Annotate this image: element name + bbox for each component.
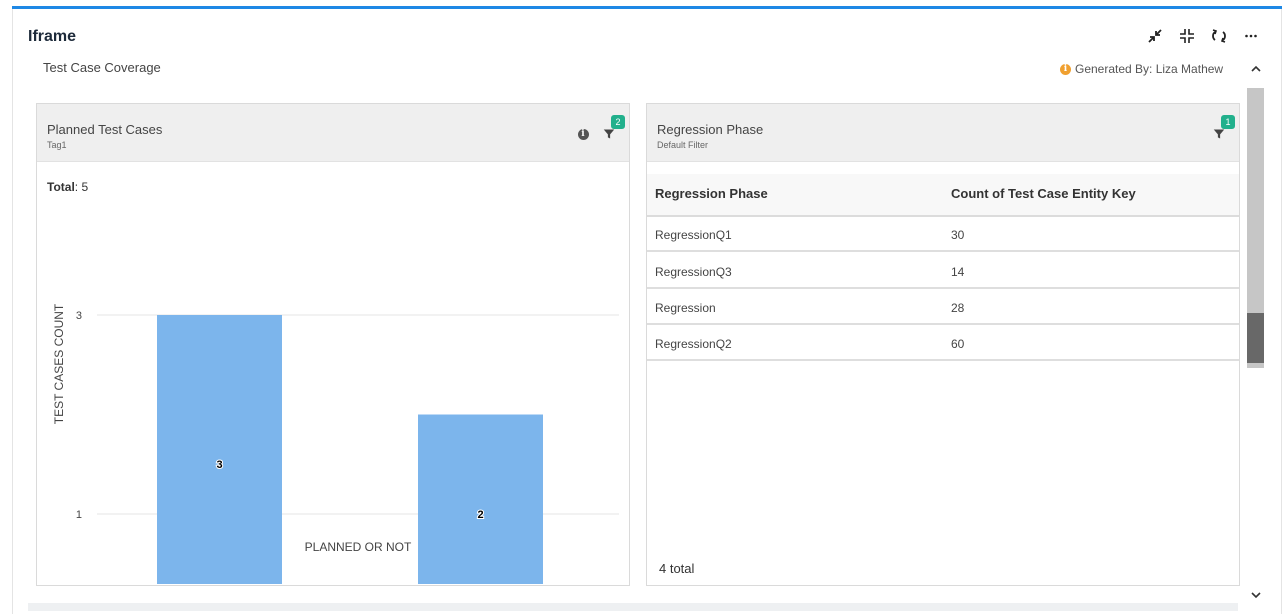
bottom-band xyxy=(28,603,1238,611)
data-label: 3 xyxy=(216,459,222,471)
y-axis-label: TEST CASES COUNT xyxy=(52,303,66,424)
frame-title: Iframe xyxy=(28,28,77,45)
bar-chart: 3103Planned2Unplanned TEST CASES COUNT P… xyxy=(52,303,619,585)
generated-by-label: Generated By: Liza Mathew xyxy=(1075,62,1224,76)
dashboard-subtitle: Test Case Coverage xyxy=(43,60,161,75)
table-cell: RegressionQ3 xyxy=(655,265,732,279)
table-header: Regression Phase Count of Test Case Enti… xyxy=(647,174,1239,217)
window-toolbar xyxy=(1142,25,1264,47)
total-count: Total: 5 xyxy=(47,180,88,194)
bar-planned[interactable] xyxy=(157,315,282,584)
table-row[interactable]: RegressionQ3 14 xyxy=(647,254,1239,289)
collapse-icon[interactable] xyxy=(1174,25,1200,47)
total-value: : 5 xyxy=(74,180,89,194)
total-label: Total xyxy=(47,180,75,194)
table-footer-total: 4 total xyxy=(659,561,695,576)
x-axis-label: PLANNED OR NOT xyxy=(305,540,412,554)
table-cell: 30 xyxy=(951,228,965,242)
card-subtitle: Tag1 xyxy=(47,140,67,150)
card-header: Regression Phase Default Filter 1 xyxy=(647,104,1239,162)
card-header: Planned Test Cases Tag1 i 2 xyxy=(37,104,629,162)
filter-count-badge: 1 xyxy=(1221,115,1235,129)
filter-icon xyxy=(603,129,615,139)
card-title: Regression Phase xyxy=(657,122,764,137)
column-header-count[interactable]: Count of Test Case Entity Key xyxy=(951,186,1136,201)
minimize-icon[interactable] xyxy=(1142,25,1168,47)
scroll-up-button[interactable] xyxy=(1247,60,1264,78)
scroll-down-button[interactable] xyxy=(1247,586,1264,604)
chevron-up-icon xyxy=(1250,65,1261,72)
table-row[interactable]: Regression 28 xyxy=(647,290,1239,325)
bar-unplanned[interactable] xyxy=(418,414,543,585)
table-cell: 28 xyxy=(951,301,965,315)
table-cell: Regression xyxy=(655,301,716,315)
more-icon[interactable] xyxy=(1238,25,1264,47)
data-label: 2 xyxy=(477,509,483,521)
table-row[interactable]: RegressionQ2 60 xyxy=(647,326,1239,361)
y-tick-label: 1 xyxy=(76,509,82,521)
card-subtitle: Default Filter xyxy=(657,140,709,150)
column-header-regression-phase[interactable]: Regression Phase xyxy=(655,186,768,201)
table-cell: RegressionQ2 xyxy=(655,337,732,351)
info-icon: i xyxy=(1060,63,1071,75)
vertical-scrollbar[interactable] xyxy=(1247,60,1264,605)
filter-count-badge: 2 xyxy=(611,115,625,129)
table-cell: RegressionQ1 xyxy=(655,228,732,242)
info-icon: i xyxy=(577,128,589,140)
filter-icon xyxy=(1213,129,1225,139)
table-cell: 60 xyxy=(951,337,965,351)
scroll-thumb[interactable] xyxy=(1247,313,1264,363)
info-button[interactable]: i xyxy=(575,126,591,142)
table-row[interactable]: RegressionQ1 30 xyxy=(647,217,1239,252)
table-cell: 14 xyxy=(951,265,965,279)
planned-test-cases-card: Planned Test Cases Tag1 i 2 Total: 5 310… xyxy=(36,103,630,586)
card-title: Planned Test Cases xyxy=(47,122,163,137)
refresh-icon[interactable] xyxy=(1206,25,1232,47)
scroll-track[interactable] xyxy=(1247,88,1264,368)
regression-phase-card: Regression Phase Default Filter 1 Regres… xyxy=(646,103,1240,586)
chevron-down-icon xyxy=(1250,592,1261,599)
y-tick-label: 3 xyxy=(76,310,82,322)
generated-by: i Generated By: Liza Mathew xyxy=(1060,62,1223,76)
